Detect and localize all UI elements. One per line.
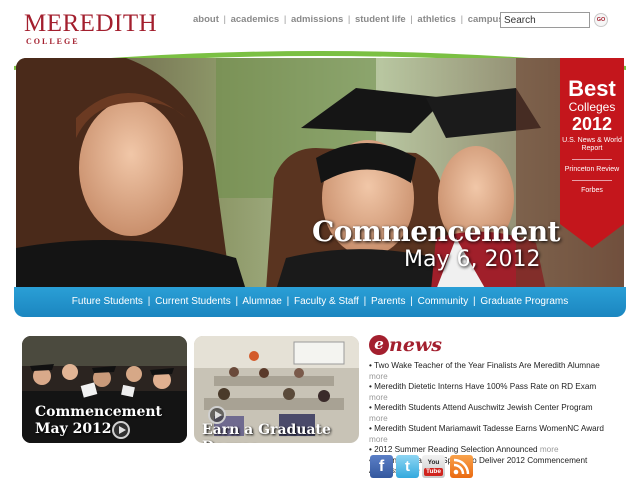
play-icon[interactable] <box>112 421 130 439</box>
twitter-icon[interactable]: t <box>396 455 419 478</box>
audience-link-faculty-staff[interactable]: Faculty & Staff <box>294 296 359 307</box>
youtube-you: You <box>427 459 440 466</box>
enews-heading[interactable]: e news <box>369 334 442 358</box>
award-source: Forbes <box>581 187 603 194</box>
award-subtitle: Colleges <box>568 100 616 114</box>
college-logo[interactable]: MEREDITH COLLEGE <box>24 10 164 46</box>
audience-link-future-students[interactable]: Future Students <box>72 296 143 307</box>
nav-separator: | <box>410 14 413 25</box>
audience-link-graduate-programs[interactable]: Graduate Programs <box>480 296 568 307</box>
nav-separator: | <box>363 296 367 307</box>
award-year: 2012 <box>571 114 613 134</box>
more-link[interactable]: more <box>369 435 388 444</box>
youtube-icon[interactable]: You Tube <box>422 455 445 478</box>
promo-label: Earn a Graduate Degree <box>202 422 359 443</box>
nav-separator: | <box>147 296 151 307</box>
audience-link-alumnae[interactable]: Alumnae <box>242 296 281 307</box>
more-link[interactable]: more <box>369 372 388 381</box>
award-source: U.S. News & World Report <box>562 137 622 152</box>
logo-wordmark: MEREDITH <box>24 10 158 37</box>
promo-tile-graduate-degree[interactable]: Earn a Graduate Degree <box>194 336 359 443</box>
audience-navigation: Future Students | Current Students | Alu… <box>14 287 626 317</box>
award-divider <box>572 159 612 160</box>
nav-separator: | <box>286 296 290 307</box>
promo-label: Commencement May 2012 <box>35 404 162 438</box>
facebook-icon[interactable]: f <box>370 455 393 478</box>
news-item[interactable]: • 2012 Summer Reading Selection Announce… <box>369 445 609 456</box>
enews-e-icon: e <box>369 335 389 355</box>
news-item[interactable]: • Meredith Students Attend Auschwitz Jew… <box>369 403 609 424</box>
nav-separator: | <box>235 296 239 307</box>
audience-link-community[interactable]: Community <box>418 296 469 307</box>
more-link[interactable]: more <box>369 393 388 402</box>
nav-link-about[interactable]: about <box>193 14 219 25</box>
promo-title-line: May 2012 <box>35 421 112 437</box>
news-headline[interactable]: Meredith Dietetic Interns Have 100% Pass… <box>374 382 596 391</box>
news-headline[interactable]: Meredith Student Mariamawit Tadesse Earn… <box>374 424 604 433</box>
audience-link-current-students[interactable]: Current Students <box>155 296 231 307</box>
nav-separator: | <box>473 296 476 307</box>
news-item[interactable]: • Meredith Dietetic Interns Have 100% Pa… <box>369 382 609 403</box>
more-link[interactable]: more <box>540 445 559 454</box>
search-input[interactable] <box>500 12 590 28</box>
award-source: Princeton Review <box>564 166 620 173</box>
nav-link-academics[interactable]: academics <box>231 14 280 25</box>
hero-caption-date: May 6, 2012 <box>404 247 541 272</box>
nav-link-student-life[interactable]: student life <box>355 14 406 25</box>
nav-separator: | <box>410 296 413 307</box>
nav-separator: | <box>223 14 226 25</box>
nav-link-admissions[interactable]: admissions <box>291 14 343 25</box>
search-go-button[interactable]: GO <box>594 13 608 27</box>
rss-glyph <box>453 458 470 475</box>
hero-caption-title: Commencement <box>312 215 560 248</box>
rss-icon[interactable] <box>450 455 473 478</box>
more-link[interactable]: more <box>369 414 388 423</box>
news-headline[interactable]: Meredith Students Attend Auschwitz Jewis… <box>374 403 592 412</box>
news-item[interactable]: • Two Wake Teacher of the Year Finalists… <box>369 361 609 382</box>
news-headline[interactable]: 2012 Summer Reading Selection Announced <box>374 445 537 454</box>
promo-tile-commencement[interactable]: Commencement May 2012 <box>22 336 187 443</box>
award-divider <box>572 180 612 181</box>
top-navigation: about | academics | admissions | student… <box>193 14 552 28</box>
nav-separator: | <box>347 14 351 25</box>
enews-word: news <box>389 334 442 356</box>
news-item[interactable]: • Meredith Student Mariamawit Tadesse Ea… <box>369 424 609 445</box>
promo-title-line: Earn a Graduate Degree <box>202 422 331 443</box>
nav-separator: | <box>283 14 287 25</box>
nav-link-athletics[interactable]: athletics <box>417 14 456 25</box>
award-title: Best <box>568 76 616 101</box>
best-colleges-award[interactable]: Best Colleges 2012 U.S. News & World Rep… <box>560 78 624 198</box>
nav-separator: | <box>460 14 464 25</box>
news-headline[interactable]: Two Wake Teacher of the Year Finalists A… <box>374 361 600 370</box>
youtube-tube: Tube <box>424 468 443 476</box>
play-icon[interactable] <box>208 406 226 424</box>
promo-title-line: Commencement <box>35 404 162 420</box>
audience-link-parents[interactable]: Parents <box>371 296 405 307</box>
